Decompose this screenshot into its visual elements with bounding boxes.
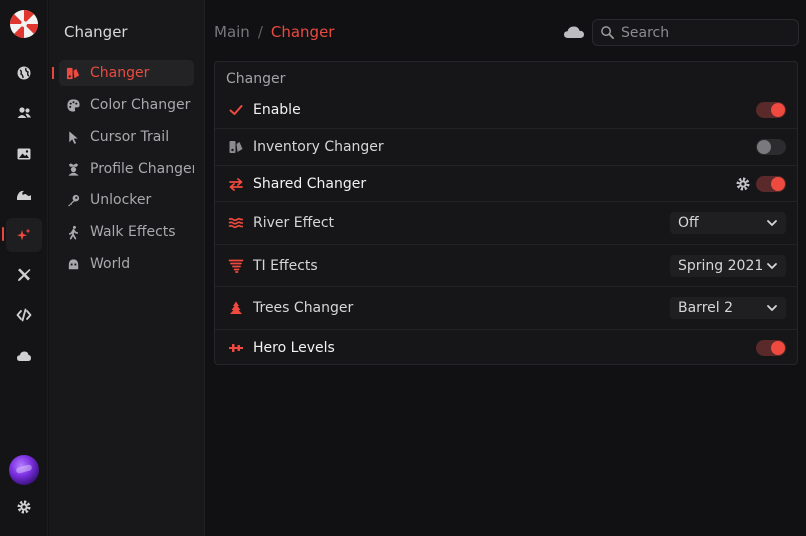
setting-row-shared-changer: Shared Changer [215,166,797,202]
image-icon [17,148,31,160]
submenu-item-label: Changer [90,65,150,81]
rail-settings-button[interactable] [6,490,42,524]
rail-image-button[interactable] [6,137,42,171]
submenu-item-profile-changer[interactable]: Profile Changer [59,156,194,182]
submenu-title: Changer [64,23,128,41]
rail-users-button[interactable] [6,96,42,130]
select-value: Barrel 2 [678,300,734,316]
rail-tools-button[interactable] [6,258,42,292]
globe-icon [17,66,31,80]
shared-changer-toggle[interactable] [756,175,786,192]
sparkle-icon [17,228,31,241]
cursor-icon [68,130,78,144]
changer-panel: Changer Enable Inventory Changer Shared … [214,61,798,365]
panel-title: Changer [226,71,286,87]
check-icon [229,105,243,115]
submenu-item-label: World [90,256,131,272]
cloud-icon [17,351,31,361]
setting-row-enable: Enable [215,92,797,129]
hero-levels-toggle[interactable] [756,339,786,356]
rail-sparkle-button[interactable] [6,218,42,252]
changer-icon [66,67,79,79]
users-icon [17,107,31,118]
submenu-item-color-changer[interactable]: Color Changer [59,92,194,118]
search-icon [601,26,614,39]
setting-row-hero-levels: Hero Levels [215,330,797,365]
rail-wave-button[interactable] [6,178,42,212]
profile-icon [67,162,79,176]
gear-icon [17,500,31,514]
submenu-item-cursor-trail[interactable]: Cursor Trail [59,124,194,150]
submenu-item-label: Cursor Trail [90,129,170,145]
breadcrumb-main-link[interactable]: Main [214,23,250,41]
setting-label: TI Effects [253,257,318,274]
tornado-icon [228,259,244,273]
key-icon [67,194,79,206]
inventory-changer-toggle[interactable] [756,139,786,155]
river-effect-select[interactable]: Off [670,212,786,234]
setting-label: Enable [253,102,301,118]
umbrella-logo[interactable] [9,9,39,39]
code-icon [16,308,32,322]
icon-rail [0,0,48,536]
breadcrumb-separator: / [257,23,263,41]
select-value: Spring 2021 [678,257,764,274]
submenu-item-world[interactable]: World [59,251,194,277]
river-icon [228,217,243,229]
search-box[interactable] [592,19,799,46]
setting-row-trees-changer: Trees Changer Barrel 2 [215,287,797,330]
inventory-icon [229,141,243,153]
select-value: Off [678,215,699,231]
submenu: Changer Changer Color Changer Cursor Tra… [49,0,205,536]
trees-changer-select[interactable]: Barrel 2 [670,297,786,319]
setting-label: Trees Changer [253,300,354,316]
wave-icon [17,190,31,200]
tree-icon [230,301,242,314]
setting-label: Inventory Changer [253,139,384,155]
swap-icon [229,177,243,191]
tools-icon [18,268,31,281]
rail-cloud-button[interactable] [6,339,42,373]
chevron-down-icon [767,305,777,311]
palette-icon [66,98,80,112]
setting-label: River Effect [253,215,335,231]
breadcrumb-current: Changer [270,23,335,41]
walk-icon [68,225,78,239]
search-input[interactable] [621,24,791,41]
submenu-item-walk-effects[interactable]: Walk Effects [59,219,194,245]
submenu-item-label: Color Changer [90,97,191,113]
setting-row-inventory-changer: Inventory Changer [215,129,797,166]
levels-icon [229,343,243,352]
setting-row-ti-effects: TI Effects Spring 2021 [215,245,797,287]
rail-code-button[interactable] [6,298,42,332]
submenu-item-unlocker[interactable]: Unlocker [59,187,194,213]
rail-globe-button[interactable] [6,56,42,90]
ti-effects-select[interactable]: Spring 2021 [670,254,786,277]
submenu-item-label: Profile Changer [90,161,194,177]
submenu-item-label: Walk Effects [90,224,176,240]
avatar[interactable] [9,455,39,485]
chevron-down-icon [767,220,777,226]
submenu-item-changer[interactable]: Changer [59,60,194,86]
setting-label: Hero Levels [253,339,335,356]
submenu-active-marker [52,67,54,79]
world-icon [68,258,78,269]
enable-toggle[interactable] [756,102,786,118]
breadcrumb: Main / Changer [214,23,334,41]
submenu-item-label: Unlocker [90,192,152,208]
rail-active-indicator [2,227,4,241]
cloud-sync-icon[interactable] [563,24,585,40]
gear-icon[interactable] [735,176,751,192]
setting-row-river-effect: River Effect Off [215,202,797,245]
setting-label: Shared Changer [253,175,367,192]
chevron-down-icon [767,262,777,269]
